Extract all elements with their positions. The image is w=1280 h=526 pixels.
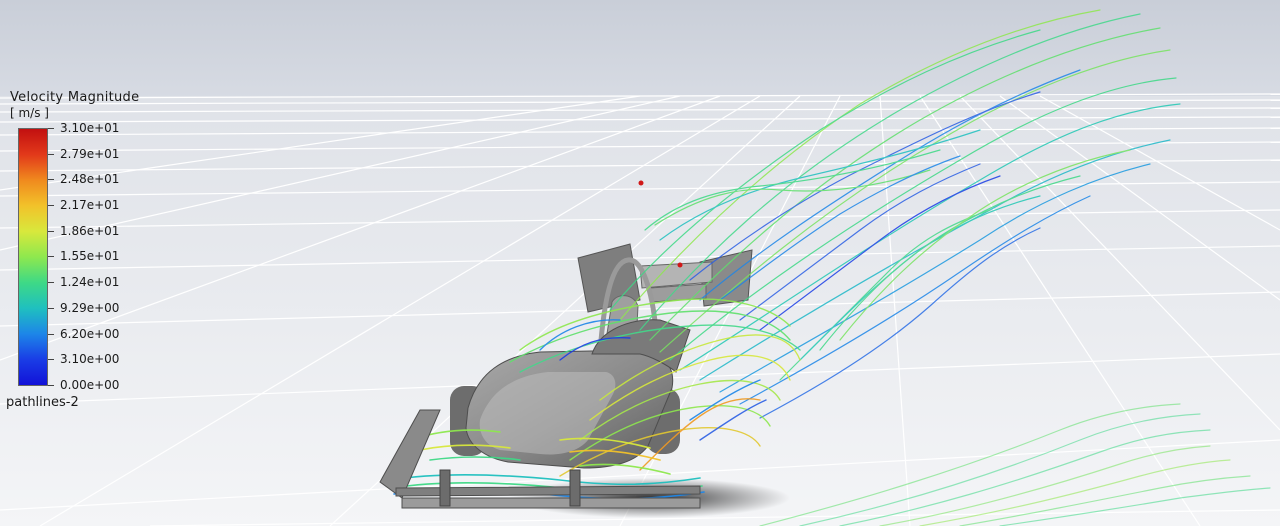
tick-mark [48, 334, 54, 335]
tick-label: 6.20e+00 [60, 327, 120, 341]
tick-label: 1.86e+01 [60, 224, 120, 238]
tick-mark [48, 128, 54, 129]
plot-caption: pathlines-2 [6, 395, 79, 410]
tick-mark [48, 179, 54, 180]
tick-mark [48, 359, 54, 360]
tick-mark [48, 231, 54, 232]
tick-label: 2.17e+01 [60, 198, 120, 212]
tick-label: 2.79e+01 [60, 147, 120, 161]
tick-mark [48, 154, 54, 155]
tick-label: 3.10e+00 [60, 352, 120, 366]
tick-mark [48, 205, 54, 206]
scene-canvas[interactable] [0, 0, 1280, 526]
tick-label: 9.29e+00 [60, 301, 120, 315]
legend-units: [ m/s ] [10, 106, 49, 120]
tick-mark [48, 308, 54, 309]
tick-mark [48, 256, 54, 257]
tick-label: 3.10e+01 [60, 121, 120, 135]
color-scale-bar [18, 128, 48, 386]
legend-title: Velocity Magnitude [10, 90, 140, 105]
tick-mark [48, 385, 54, 386]
graphics-viewport[interactable]: Velocity Magnitude [ m/s ] 3.10e+01 2.79… [0, 0, 1280, 526]
tick-mark [48, 282, 54, 283]
tick-label: 0.00e+00 [60, 378, 120, 392]
tick-label: 2.48e+01 [60, 172, 120, 186]
tick-label: 1.55e+01 [60, 249, 120, 263]
tick-label: 1.24e+01 [60, 275, 120, 289]
probe-point [677, 262, 683, 268]
probe-point [638, 180, 644, 186]
